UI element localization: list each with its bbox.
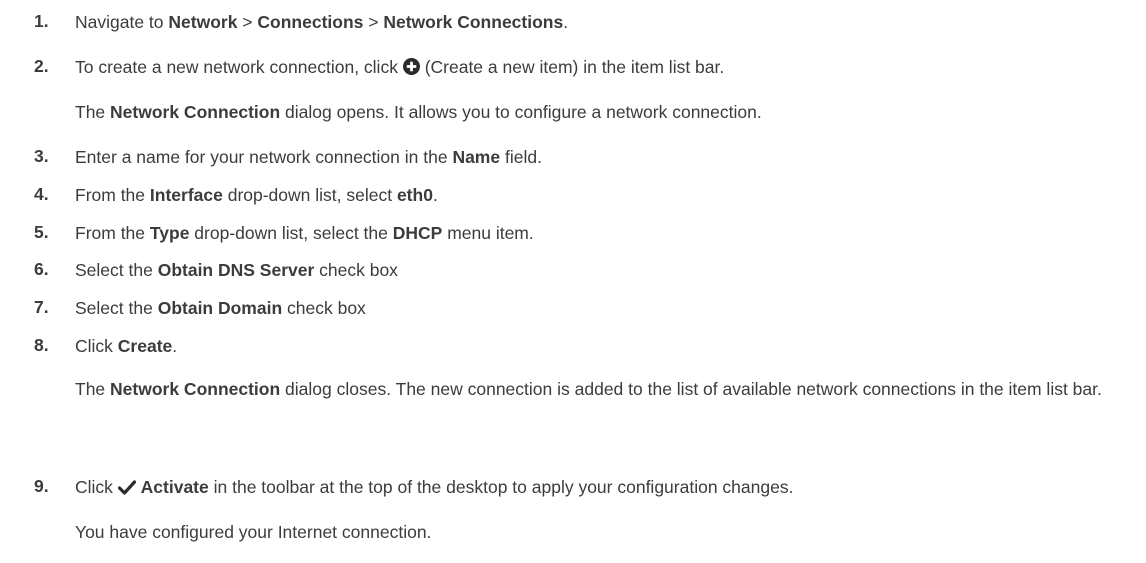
- step-number: 4.: [34, 184, 49, 204]
- step-number: 3.: [34, 146, 49, 166]
- step-note: The Network Connection dialog opens. It …: [75, 102, 762, 122]
- step-text: Click Create.: [75, 336, 178, 356]
- step-number: 8.: [34, 335, 49, 355]
- step-note: The Network Connection dialog closes. Th…: [75, 379, 1102, 399]
- step-text: From the Type drop-down list, select the…: [75, 223, 534, 243]
- step-text: Click Activate in the toolbar at the top…: [75, 476, 793, 500]
- checkmark-icon: [117, 478, 136, 500]
- step-number: 9.: [34, 476, 49, 496]
- step-text: From the Interface drop-down list, selec…: [75, 185, 438, 205]
- step-text: Navigate to Network > Connections > Netw…: [75, 12, 569, 32]
- step-text: Enter a name for your network connection…: [75, 147, 542, 167]
- step-text: Select the Obtain DNS Server check box: [75, 260, 398, 280]
- step-number: 7.: [34, 297, 49, 317]
- step-text: Select the Obtain Domain check box: [75, 298, 366, 318]
- procedure-document: 1. Navigate to Network > Connections > N…: [0, 0, 1146, 563]
- step-number: 2.: [34, 56, 49, 76]
- step-number: 1.: [34, 11, 49, 31]
- step-number: 6.: [34, 259, 49, 279]
- step-text: To create a new network connection, clic…: [75, 56, 724, 80]
- plus-circle-icon: [402, 58, 420, 80]
- step-note: You have configured your Internet connec…: [75, 522, 432, 542]
- step-number: 5.: [34, 222, 49, 242]
